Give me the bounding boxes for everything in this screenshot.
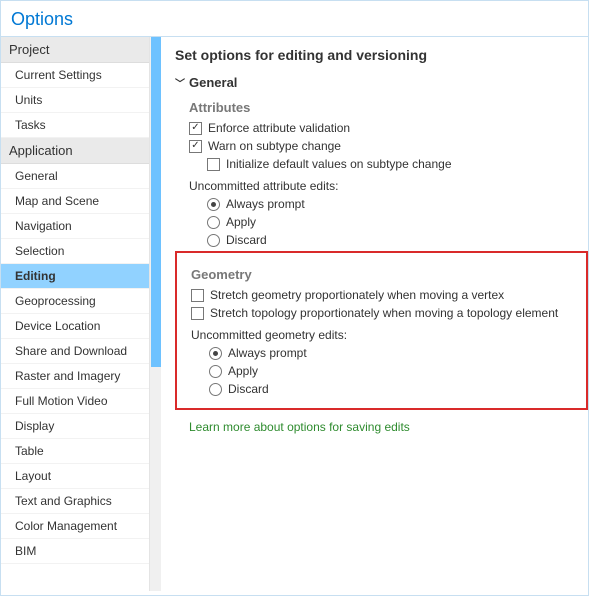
sidebar-item-display[interactable]: Display (1, 414, 149, 439)
dialog-body: Project Current Settings Units Tasks App… (1, 37, 588, 591)
geometry-highlight: Geometry Stretch geometry proportionatel… (175, 251, 588, 410)
geom-always-label: Always prompt (228, 346, 307, 360)
stretch-topo-label: Stretch topology proportionately when mo… (210, 306, 558, 320)
sidebar-item-tasks[interactable]: Tasks (1, 113, 149, 138)
attr-apply-label: Apply (226, 215, 256, 229)
enforce-checkbox[interactable]: ✓ (189, 122, 202, 135)
initialize-label: Initialize default values on subtype cha… (226, 157, 452, 171)
geom-discard-radio[interactable] (209, 383, 222, 396)
sidebar-scrollbar[interactable] (149, 37, 161, 591)
dialog-title: Options (1, 1, 588, 37)
attr-apply-radio[interactable] (207, 216, 220, 229)
attr-apply-row[interactable]: Apply (207, 215, 588, 229)
stretch-geom-label: Stretch geometry proportionately when mo… (210, 288, 504, 302)
options-dialog: Options Project Current Settings Units T… (0, 0, 589, 596)
geom-always-row[interactable]: Always prompt (209, 346, 586, 360)
general-section-header[interactable]: ﹀ General (175, 75, 588, 90)
sidebar-item-navigation[interactable]: Navigation (1, 214, 149, 239)
attr-discard-radio[interactable] (207, 234, 220, 247)
warn-row[interactable]: ✓ Warn on subtype change (189, 139, 588, 153)
sidebar-item-bim[interactable]: BIM (1, 539, 149, 564)
stretch-geom-checkbox[interactable] (191, 289, 204, 302)
sidebar-item-editing[interactable]: Editing (1, 264, 149, 289)
geom-apply-radio[interactable] (209, 365, 222, 378)
sidebar-item-raster-and-imagery[interactable]: Raster and Imagery (1, 364, 149, 389)
main-panel: Set options for editing and versioning ﹀… (161, 37, 588, 591)
geom-apply-row[interactable]: Apply (209, 364, 586, 378)
sidebar-item-text-and-graphics[interactable]: Text and Graphics (1, 489, 149, 514)
stretch-topo-checkbox[interactable] (191, 307, 204, 320)
sidebar-list: Project Current Settings Units Tasks App… (1, 37, 149, 591)
warn-label: Warn on subtype change (208, 139, 341, 153)
sidebar-group-project[interactable]: Project (1, 37, 149, 63)
attr-always-radio[interactable] (207, 198, 220, 211)
radio-dot-icon (211, 202, 216, 207)
enforce-label: Enforce attribute validation (208, 121, 350, 135)
sidebar-item-selection[interactable]: Selection (1, 239, 149, 264)
sidebar-group-application[interactable]: Application (1, 138, 149, 164)
initialize-row[interactable]: Initialize default values on subtype cha… (207, 157, 588, 171)
sidebar-item-color-management[interactable]: Color Management (1, 514, 149, 539)
geometry-label: Geometry (191, 267, 586, 282)
general-label: General (189, 75, 237, 90)
attributes-label: Attributes (189, 100, 588, 115)
enforce-row[interactable]: ✓ Enforce attribute validation (189, 121, 588, 135)
sidebar-item-map-and-scene[interactable]: Map and Scene (1, 189, 149, 214)
geom-apply-label: Apply (228, 364, 258, 378)
attr-discard-row[interactable]: Discard (207, 233, 588, 247)
sidebar: Project Current Settings Units Tasks App… (1, 37, 161, 591)
uncommitted-geom-label: Uncommitted geometry edits: (191, 328, 586, 342)
radio-dot-icon (213, 351, 218, 356)
sidebar-item-current-settings[interactable]: Current Settings (1, 63, 149, 88)
geom-discard-label: Discard (228, 382, 269, 396)
sidebar-item-table[interactable]: Table (1, 439, 149, 464)
chevron-down-icon: ﹀ (175, 75, 185, 90)
sidebar-item-layout[interactable]: Layout (1, 464, 149, 489)
sidebar-item-device-location[interactable]: Device Location (1, 314, 149, 339)
warn-checkbox[interactable]: ✓ (189, 140, 202, 153)
sidebar-item-geoprocessing[interactable]: Geoprocessing (1, 289, 149, 314)
stretch-geom-row[interactable]: Stretch geometry proportionately when mo… (191, 288, 586, 302)
geom-discard-row[interactable]: Discard (209, 382, 586, 396)
sidebar-item-general[interactable]: General (1, 164, 149, 189)
scrollbar-thumb[interactable] (151, 37, 161, 367)
attr-discard-label: Discard (226, 233, 267, 247)
main-heading: Set options for editing and versioning (175, 47, 588, 63)
uncommitted-attr-label: Uncommitted attribute edits: (189, 179, 588, 193)
sidebar-item-units[interactable]: Units (1, 88, 149, 113)
sidebar-item-full-motion-video[interactable]: Full Motion Video (1, 389, 149, 414)
geom-always-radio[interactable] (209, 347, 222, 360)
sidebar-item-share-and-download[interactable]: Share and Download (1, 339, 149, 364)
check-icon: ✓ (191, 123, 199, 133)
check-icon: ✓ (191, 141, 199, 151)
attr-always-row[interactable]: Always prompt (207, 197, 588, 211)
attr-always-label: Always prompt (226, 197, 305, 211)
stretch-topo-row[interactable]: Stretch topology proportionately when mo… (191, 306, 586, 320)
initialize-checkbox[interactable] (207, 158, 220, 171)
learn-more-link[interactable]: Learn more about options for saving edit… (189, 420, 410, 434)
